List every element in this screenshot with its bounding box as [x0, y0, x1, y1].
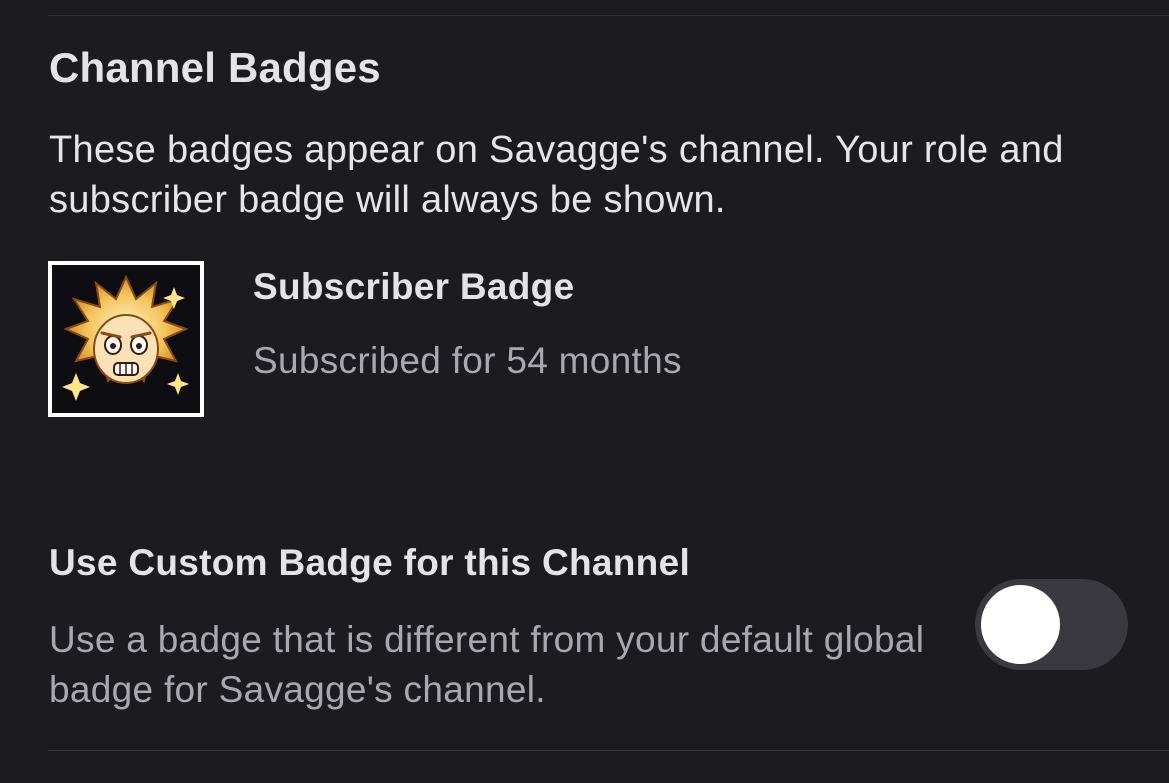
- toggle-knob: [981, 585, 1060, 664]
- section-description: These badges appear on Savagge's channel…: [49, 129, 1064, 221]
- subscription-duration: Subscribed for 54 months: [253, 340, 682, 381]
- custom-badge-toggle[interactable]: [975, 579, 1128, 670]
- top-divider: [48, 15, 1169, 16]
- section-title: Channel Badges: [49, 44, 381, 91]
- bottom-divider: [48, 750, 1169, 751]
- custom-badge-setting-description: Use a badge that is different from your …: [49, 619, 925, 710]
- custom-badge-setting-title: Use Custom Badge for this Channel: [49, 542, 691, 583]
- badge-name: Subscriber Badge: [253, 266, 575, 307]
- subscriber-badge-icon[interactable]: [48, 261, 204, 417]
